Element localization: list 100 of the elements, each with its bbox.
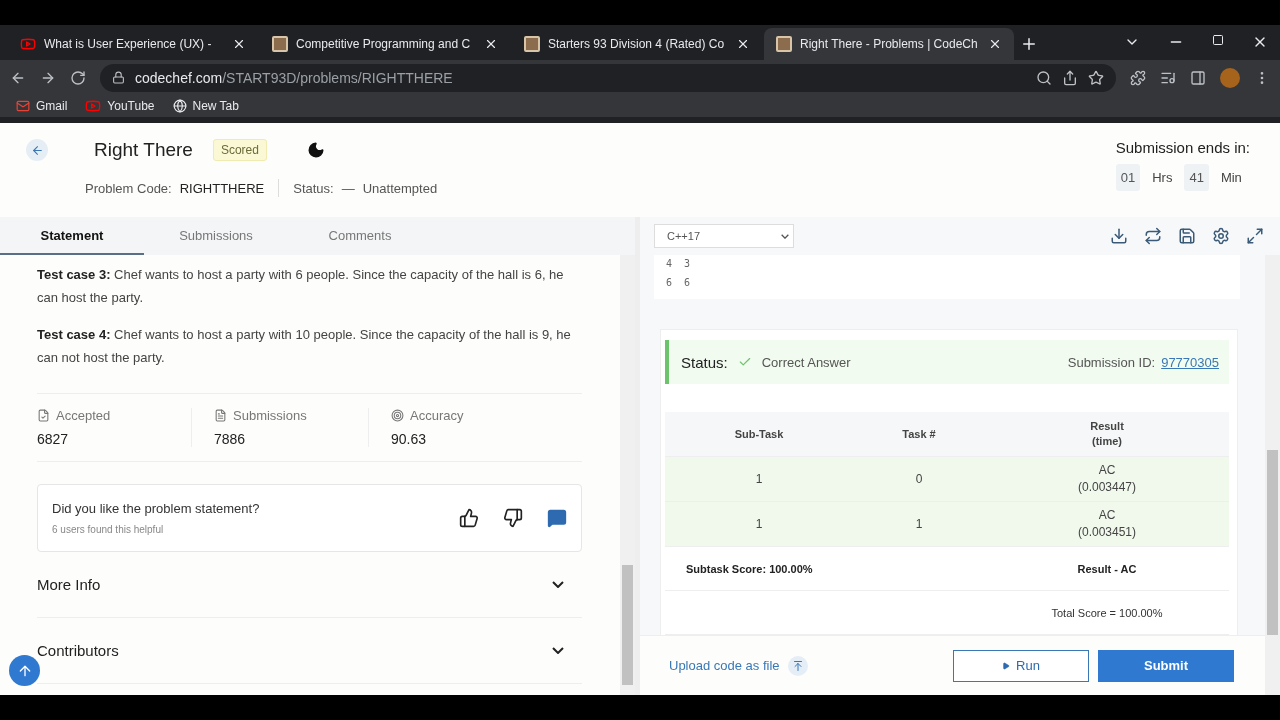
save-icon[interactable] bbox=[1178, 227, 1196, 245]
code-editor[interactable]: 4 3 6 6 bbox=[654, 255, 1240, 299]
accordion-header[interactable]: Contributors bbox=[37, 618, 582, 684]
scored-badge: Scored bbox=[212, 139, 267, 161]
problem-code-label: Problem Code: bbox=[85, 180, 172, 196]
stat-value: 7886 bbox=[214, 431, 247, 447]
reload-icon[interactable] bbox=[70, 69, 86, 86]
table-cell-text: 1 bbox=[914, 515, 924, 533]
panel-tab[interactable]: Comments bbox=[288, 217, 432, 255]
timer-heading: Submission ends in: bbox=[1115, 139, 1250, 156]
thumbs-down-icon[interactable] bbox=[503, 508, 523, 528]
avatar-icon[interactable] bbox=[1220, 67, 1240, 88]
file-icon bbox=[214, 409, 227, 422]
scroll-top-button[interactable] bbox=[9, 655, 40, 686]
scrollbar[interactable] bbox=[1265, 255, 1280, 695]
run-button[interactable]: Run bbox=[953, 649, 1089, 682]
reset-icon[interactable] bbox=[1144, 227, 1162, 245]
accordion-header[interactable]: More Info bbox=[37, 552, 582, 618]
chevron-down-icon bbox=[552, 647, 564, 654]
column-header: Task # bbox=[901, 426, 937, 442]
close-icon[interactable] bbox=[736, 37, 750, 51]
column-header: Result (time) bbox=[1089, 419, 1125, 449]
column-header: Sub-Task bbox=[733, 426, 785, 442]
moon-icon[interactable] bbox=[306, 141, 325, 159]
settings-icon[interactable] bbox=[1212, 227, 1230, 245]
bookmark[interactable]: YouTube bbox=[85, 98, 155, 114]
table-cell-text: 0 bbox=[914, 470, 924, 488]
submission-id-link[interactable]: 97770305 bbox=[1161, 354, 1219, 370]
code-line: 4 3 bbox=[666, 258, 692, 269]
upload-link[interactable]: Upload code as file bbox=[669, 655, 808, 676]
stat-label: Submissions bbox=[214, 408, 368, 423]
star-icon[interactable] bbox=[1088, 69, 1104, 86]
subtask-score: Subtask Score: 100.00% bbox=[685, 562, 814, 575]
table-cell-text: AC (0.003451) bbox=[1076, 507, 1137, 541]
status-dash: — bbox=[341, 180, 355, 196]
browser-tab[interactable]: Competitive Programming and C bbox=[260, 28, 510, 60]
scrollbar[interactable] bbox=[620, 255, 635, 695]
code-line: 6 6 bbox=[666, 277, 692, 288]
puzzle-icon[interactable] bbox=[1130, 69, 1146, 86]
comment-icon[interactable] bbox=[547, 508, 567, 528]
site-logo-icon bbox=[524, 36, 540, 52]
restore-icon[interactable] bbox=[1212, 34, 1224, 46]
table-cell-text: 1 bbox=[754, 470, 764, 488]
helpful-count: 6 users found this helpful bbox=[52, 524, 165, 535]
problem-code: RIGHTTHERE bbox=[179, 180, 265, 196]
stat-label: Accepted bbox=[37, 408, 191, 423]
language-select[interactable]: C++17 bbox=[654, 224, 794, 248]
video-icon bbox=[85, 98, 102, 114]
result-summary: Result - AC bbox=[1076, 562, 1138, 575]
caret-icon bbox=[781, 233, 789, 239]
submit-button[interactable]: Submit bbox=[1098, 649, 1234, 682]
browser-tab[interactable]: Right There - Problems | CodeCh bbox=[764, 28, 1014, 60]
stat-label: Accuracy bbox=[391, 408, 546, 423]
play-icon bbox=[1002, 661, 1011, 670]
download-icon[interactable] bbox=[1110, 227, 1128, 245]
globe-icon bbox=[172, 99, 187, 113]
panel-tab[interactable]: Statement bbox=[0, 217, 144, 255]
status-value: Unattempted bbox=[362, 180, 438, 196]
site-logo-icon bbox=[776, 36, 792, 52]
status-value: Correct Answer bbox=[761, 354, 851, 370]
submission-id-label: Submission ID: 97770305 bbox=[1067, 354, 1219, 370]
stat-value: 6827 bbox=[37, 431, 70, 447]
browser-tab[interactable]: What is User Experience (UX) - bbox=[8, 28, 258, 60]
problem-title: Right There bbox=[94, 139, 193, 161]
statement-paragraph: Test case 3: Chef wants to host a party with 6 people. Since the capacity of the hall is 6, he can host the party. bbox=[37, 266, 565, 307]
status-label: Status: bbox=[293, 180, 334, 196]
table-cell-text: 1 bbox=[754, 515, 764, 533]
close-icon[interactable] bbox=[232, 37, 246, 51]
bookmark[interactable]: New Tab bbox=[172, 99, 239, 113]
table-cell-text: AC (0.003447) bbox=[1076, 462, 1137, 496]
minutes-unit: Min bbox=[1220, 170, 1242, 185]
close-icon[interactable] bbox=[484, 37, 498, 51]
hours-value: 01 bbox=[1115, 164, 1141, 191]
check-icon bbox=[737, 355, 752, 369]
site-logo-icon bbox=[272, 36, 288, 52]
panel-tab[interactable]: Submissions bbox=[144, 217, 288, 255]
bookmark[interactable]: Gmail bbox=[16, 99, 68, 113]
total-score: Total Score = 100.00% bbox=[1050, 606, 1164, 619]
browser-tab[interactable]: Starters 93 Division 4 (Rated) Co bbox=[512, 28, 762, 60]
feedback-question: Did you like the problem statement? bbox=[52, 501, 260, 516]
share-icon[interactable] bbox=[1062, 69, 1078, 86]
chevron-down-icon bbox=[552, 581, 564, 588]
back-button[interactable] bbox=[26, 139, 48, 161]
upload-icon bbox=[791, 659, 804, 672]
new-tab-icon[interactable] bbox=[1020, 35, 1038, 53]
video-icon bbox=[20, 36, 36, 52]
stat-value: 90.63 bbox=[391, 431, 428, 447]
arrow-left-icon bbox=[30, 143, 44, 157]
address-bar[interactable]: codechef.com/START93D/problems/RIGHTTHERE bbox=[100, 63, 1116, 92]
target-icon bbox=[391, 409, 404, 422]
mail-icon bbox=[16, 99, 30, 113]
side-panel-icon[interactable] bbox=[1190, 69, 1206, 86]
search-icon[interactable] bbox=[1036, 69, 1052, 86]
hours-unit: Hrs bbox=[1152, 170, 1173, 185]
statement-paragraph: Test case 4: Chef wants to host a party with 10 people. Since the capacity of the hall is 9, he can not host the party. bbox=[37, 326, 572, 367]
expand-icon[interactable] bbox=[1246, 227, 1264, 245]
minutes-value: 41 bbox=[1184, 164, 1209, 191]
thumbs-up-icon[interactable] bbox=[459, 508, 479, 528]
lock-icon bbox=[112, 71, 125, 84]
close-icon[interactable] bbox=[988, 37, 1002, 51]
